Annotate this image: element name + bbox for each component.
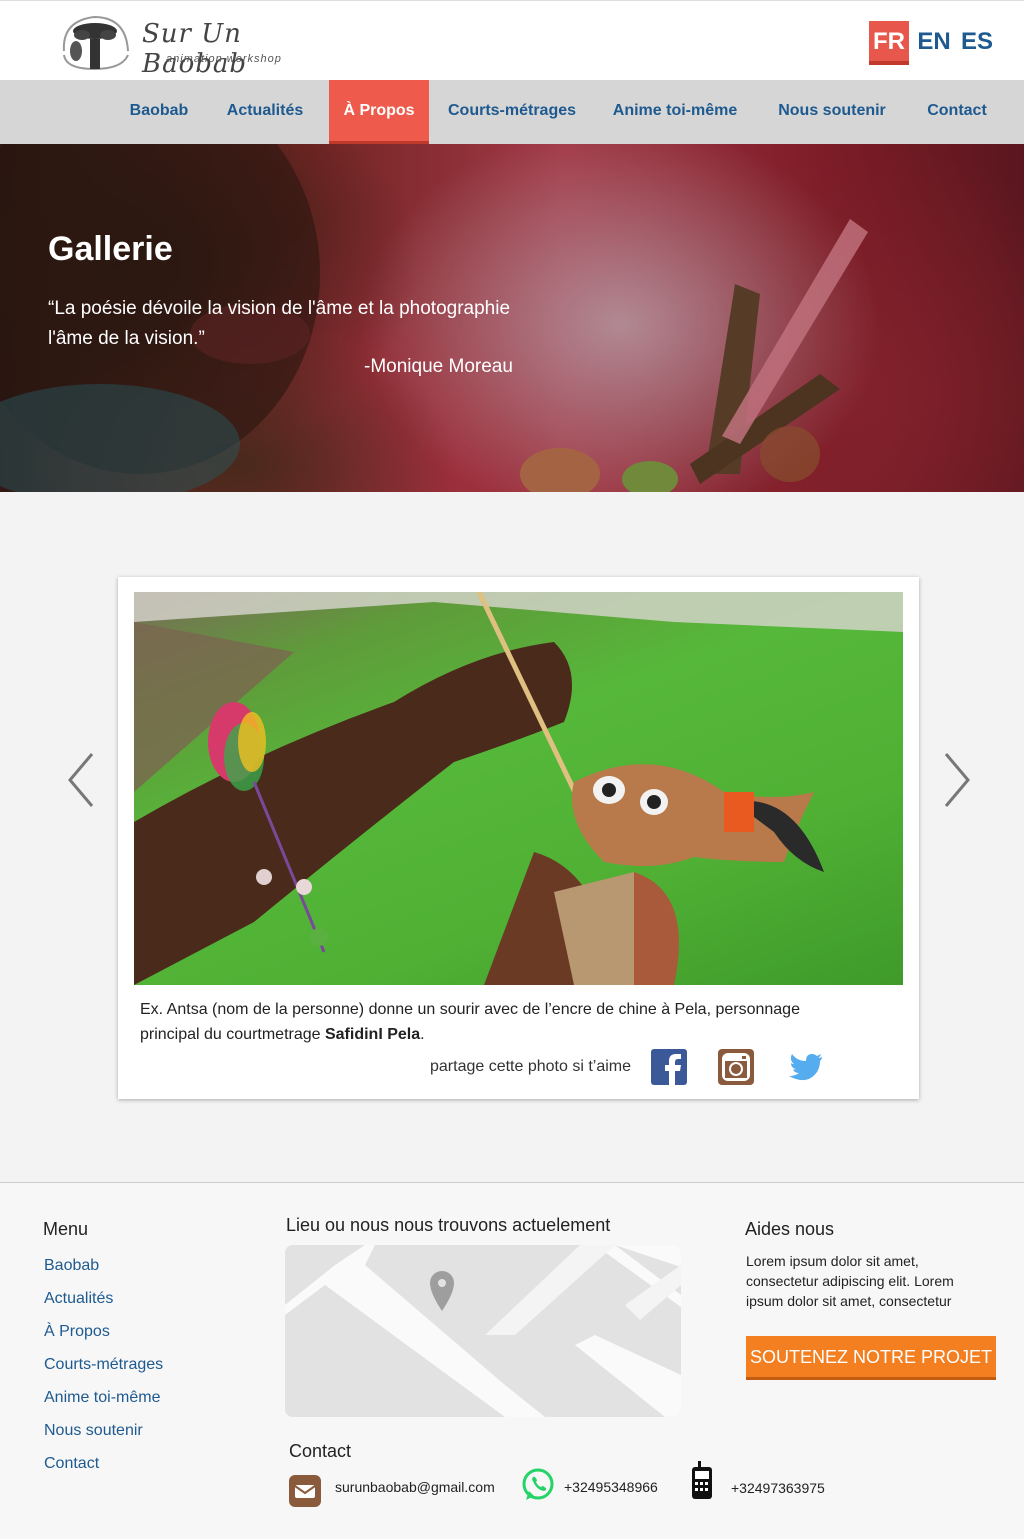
footer-link-contact[interactable]: Contact xyxy=(44,1455,99,1473)
caption-film-title: SafidinI Pela xyxy=(324,1026,421,1043)
facebook-icon[interactable] xyxy=(651,1049,687,1085)
footer-link-anime-toi-meme[interactable]: Anime toi-même xyxy=(44,1389,160,1407)
phone-icon[interactable] xyxy=(690,1461,714,1499)
lang-es[interactable]: ES xyxy=(957,21,997,65)
prev-arrow-icon[interactable] xyxy=(66,750,96,810)
gallery-card: Ex. Antsa (nom de la personne) donne un … xyxy=(118,577,919,1099)
baobab-logo-icon xyxy=(62,15,129,71)
brand-name: Sur Un Baobab xyxy=(142,19,248,79)
nav-item-baobab[interactable]: Baobab xyxy=(118,80,200,144)
help-title: Aides nous xyxy=(745,1219,835,1239)
photo-caption: Ex. Antsa (nom de la personne) donne un … xyxy=(140,997,820,1047)
site-logo[interactable]: Sur Un Baobab animation workshop xyxy=(56,11,306,79)
contact-whatsapp[interactable]: +32495348966 xyxy=(564,1479,658,1495)
gallery-photo[interactable] xyxy=(134,592,903,985)
nav-item-contact[interactable]: Contact xyxy=(916,80,998,144)
nav-item-nous-soutenir[interactable]: Nous soutenir xyxy=(770,80,894,144)
footer-link-nous-soutenir[interactable]: Nous soutenir xyxy=(44,1422,143,1440)
lang-en[interactable]: EN xyxy=(914,21,954,65)
contact-title: Contact xyxy=(289,1441,352,1461)
gallery-photo-art xyxy=(134,592,903,985)
nav-item-anime-toi-meme[interactable]: Anime toi-même xyxy=(603,80,747,144)
nav-item-courts-metrages[interactable]: Courts-métrages xyxy=(442,80,582,144)
lang-fr[interactable]: FR xyxy=(869,21,909,65)
caption-text: Ex. Antsa (nom de la personne) donne un … xyxy=(140,1001,800,1043)
map-graphic xyxy=(285,1245,681,1417)
quote-close-mark: ” xyxy=(198,328,205,349)
footer-link-actualites[interactable]: Actualités xyxy=(44,1290,113,1308)
footer-link-baobab[interactable]: Baobab xyxy=(44,1257,99,1275)
help-text: Lorem ipsum dolor sit amet, consectetur … xyxy=(746,1253,954,1309)
quote-text: La poésie dévoile la vision de l'âme et … xyxy=(48,298,511,349)
contact-phone[interactable]: +32497363975 xyxy=(731,1480,825,1496)
site-footer: Menu Baobab Actualités À Propos Courts-m… xyxy=(0,1182,1024,1539)
email-icon[interactable] xyxy=(289,1475,321,1507)
quote-author: -Monique Moreau xyxy=(364,356,513,377)
brand-tagline: animation workshop xyxy=(166,53,282,65)
hero-quote: “La poésie dévoile la vision de l'âme et… xyxy=(48,294,548,354)
nav-item-actualites[interactable]: Actualités xyxy=(214,80,316,144)
support-project-button[interactable]: SOUTENEZ NOTRE PROJET xyxy=(746,1336,996,1380)
page-title: Gallerie xyxy=(48,230,173,268)
caption-end: . xyxy=(420,1026,425,1043)
whatsapp-icon[interactable] xyxy=(520,1467,556,1503)
main-nav: Baobab Actualités À Propos Courts-métrag… xyxy=(0,80,1024,144)
hero-banner: Gallerie “La poésie dévoile la vision de… xyxy=(0,144,1024,492)
location-map[interactable] xyxy=(285,1245,681,1417)
contact-email[interactable]: surunbaobab@gmail.com xyxy=(335,1479,495,1495)
footer-link-courts-metrages[interactable]: Courts-métrages xyxy=(44,1356,163,1374)
footer-menu-title: Menu xyxy=(43,1219,89,1239)
footer-link-a-propos[interactable]: À Propos xyxy=(44,1323,110,1341)
twitter-icon[interactable] xyxy=(788,1049,824,1085)
nav-item-a-propos[interactable]: À Propos xyxy=(329,80,429,144)
location-title: Lieu ou nous nous trouvons actuelement xyxy=(286,1215,611,1235)
share-label: partage cette photo si t’aime xyxy=(430,1058,632,1075)
instagram-icon[interactable] xyxy=(718,1049,754,1085)
site-header: Sur Un Baobab animation workshop FR EN E… xyxy=(0,0,1024,80)
next-arrow-icon[interactable] xyxy=(942,750,972,810)
